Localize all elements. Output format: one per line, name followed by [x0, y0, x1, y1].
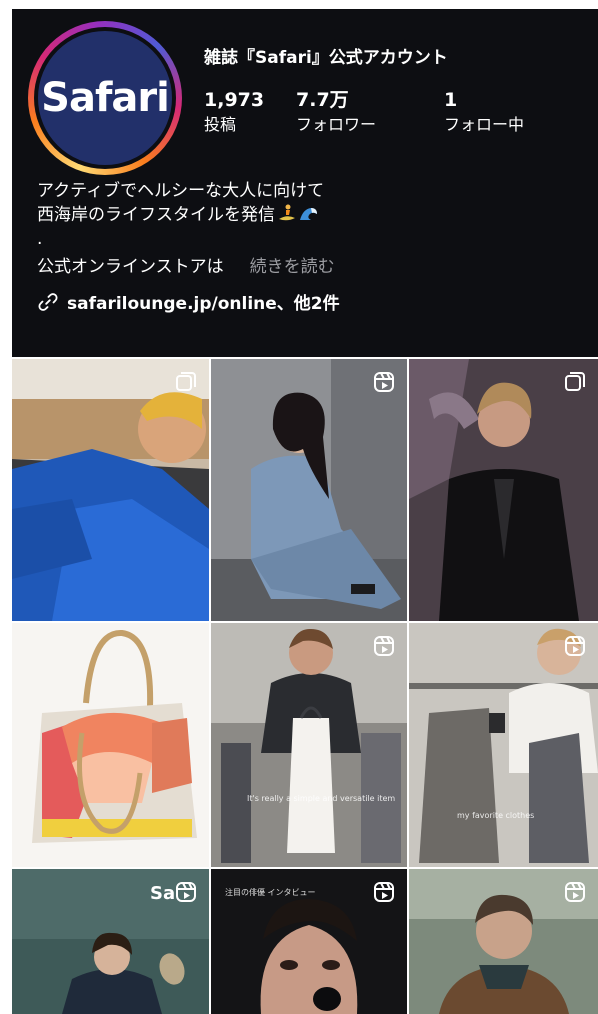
post-tile[interactable]: It's really a simple and versatile item	[211, 623, 407, 867]
profile-header: Safari 雑誌『Safari』公式アカウント 1,973 投稿 7.7万 フ…	[12, 9, 598, 357]
following-stat[interactable]: 1 フォロー中	[444, 89, 524, 136]
reel-icon	[176, 882, 196, 902]
bio-line: 西海岸のライフスタイルを発信	[37, 203, 577, 227]
post-grid: It's really a simple and versatile item …	[12, 359, 598, 1014]
following-count: 1	[444, 89, 458, 111]
posts-stat[interactable]: 1,973 投稿	[204, 89, 296, 136]
posts-label: 投稿	[204, 115, 237, 134]
post-thumbnail	[409, 359, 598, 621]
post-tile[interactable]	[409, 869, 598, 1014]
read-more-button[interactable]: 続きを読む	[250, 255, 335, 279]
bio-store-text: 公式オンラインストアは	[37, 257, 224, 277]
surfer-emoji-icon	[279, 204, 295, 221]
profile-stats: 1,973 投稿 7.7万 フォロワー 1 フォロー中	[204, 89, 524, 136]
post-caption: 注目の俳優 インタビュー	[225, 888, 316, 897]
post-caption: my favorite clothes	[457, 811, 535, 820]
following-label: フォロー中	[444, 115, 525, 134]
bio-line: 公式オンラインストアは 続きを読む	[37, 255, 577, 279]
reel-icon	[374, 882, 394, 902]
avatar-image: Safari	[38, 31, 172, 165]
reel-icon	[565, 636, 585, 656]
reel-icon	[374, 372, 394, 392]
post-logo: Sa	[150, 883, 176, 904]
post-thumbnail	[211, 623, 407, 867]
post-tile[interactable]	[211, 359, 407, 621]
post-tile[interactable]: my favorite clothes	[409, 623, 598, 867]
post-tile[interactable]: Sa	[12, 869, 209, 1014]
post-caption: It's really a simple and versatile item	[247, 794, 396, 803]
account-name: 雑誌『Safari』公式アカウント	[204, 48, 448, 68]
post-thumbnail	[211, 359, 407, 621]
carousel-icon	[565, 372, 585, 391]
post-tile[interactable]: 注目の俳優 インタビュー	[211, 869, 407, 1014]
profile-bio: アクティブでヘルシーな大人に向けて 西海岸のライフスタイルを発信 . 公式オンラ…	[37, 179, 577, 314]
posts-count: 1,973	[204, 89, 265, 111]
avatar-logo: Safari	[41, 75, 170, 121]
reel-icon	[565, 882, 585, 902]
followers-stat[interactable]: 7.7万 フォロワー	[296, 89, 444, 136]
post-thumbnail	[409, 623, 598, 867]
avatar[interactable]: Safari	[34, 27, 176, 169]
bio-line: .	[37, 229, 43, 249]
story-ring[interactable]: Safari	[28, 21, 182, 175]
bio-link-text: safarilounge.jp/online、他2件	[67, 294, 340, 314]
bio-link[interactable]: safarilounge.jp/online、他2件	[37, 289, 577, 314]
link-icon	[38, 292, 58, 311]
post-tile[interactable]	[12, 359, 209, 621]
wave-emoji-icon	[300, 208, 317, 220]
post-tile[interactable]	[12, 623, 209, 867]
carousel-icon	[176, 372, 196, 391]
reel-icon	[374, 636, 394, 656]
post-thumbnail	[12, 623, 209, 867]
followers-label: フォロワー	[296, 115, 377, 134]
post-thumbnail	[12, 359, 209, 621]
post-tile[interactable]	[409, 359, 598, 621]
bio-line: アクティブでヘルシーな大人に向けて	[37, 181, 325, 201]
followers-count: 7.7万	[296, 89, 349, 111]
